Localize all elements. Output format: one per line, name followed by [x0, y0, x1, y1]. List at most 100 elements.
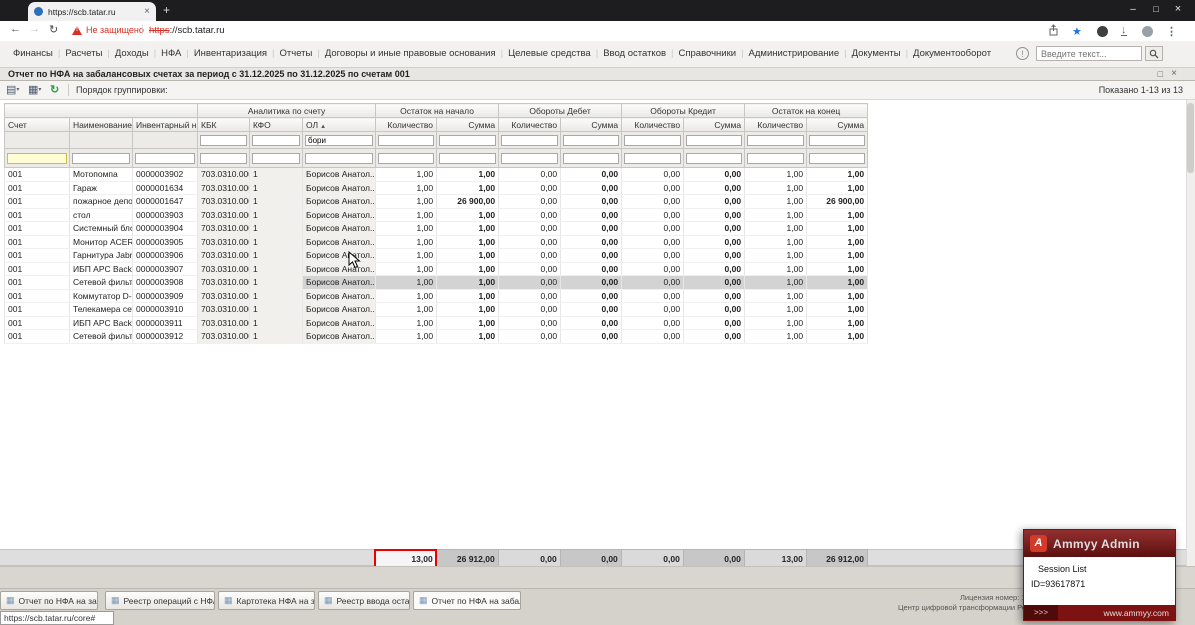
back-icon[interactable]: ← [10, 23, 21, 35]
taskbar-tab-4[interactable]: ▦Отчет по НФА на забалансов... [413, 591, 521, 610]
ammyy-session-list[interactable]: Session List [1038, 564, 1175, 574]
ammyy-expand-button[interactable]: >>> [1024, 605, 1058, 620]
reload-icon[interactable]: ↻ [49, 23, 58, 36]
filter-input[interactable] [439, 134, 497, 146]
table-row[interactable]: 001Системный бло...0000003904703.0310.00… [4, 221, 869, 236]
ammyy-website-link[interactable]: www.ammyy.com [1058, 608, 1175, 618]
menu-item-7[interactable]: Договоры и иные правовые основания [320, 48, 501, 59]
menu-item-2[interactable]: Расчеты [60, 48, 107, 59]
column-header[interactable]: Сумма [560, 117, 623, 132]
table-row[interactable]: 001ИБП APC Back-U...0000003907703.0310.0… [4, 262, 869, 276]
window-close-button[interactable]: × [1168, 2, 1188, 17]
filter-input[interactable] [252, 134, 301, 146]
table-row[interactable]: 001Гараж0000001634703.0310.00000...1Бори… [4, 181, 869, 195]
tab-close-icon[interactable]: × [144, 6, 150, 17]
menu-item-13[interactable]: Документооборот [908, 48, 996, 59]
filter-input[interactable] [135, 152, 196, 164]
table-row[interactable]: 001ИБП APC Back-U...0000003911703.0310.0… [4, 316, 869, 330]
security-warning-label[interactable]: Не защищено [86, 25, 144, 35]
table-row[interactable]: 001Коммутатор D-L...0000003909703.0310.0… [4, 289, 869, 303]
filter-input[interactable] [305, 152, 374, 164]
menu-item-11[interactable]: Администрирование [744, 48, 845, 59]
avatar-icon[interactable] [1142, 26, 1153, 37]
column-header[interactable]: Счет [4, 117, 70, 132]
filter-input[interactable] [305, 134, 374, 146]
table-row[interactable]: 001 Сетевой фильт... 0000003912 703.0310.00… [4, 329, 869, 344]
profile-badge-icon[interactable] [1097, 26, 1108, 37]
table-row[interactable]: 001Телекамера сет...0000003910703.0310.0… [4, 302, 869, 317]
filter-input[interactable] [563, 134, 620, 146]
report-maximize-icon[interactable]: □ [1158, 68, 1163, 80]
filter-input[interactable] [686, 134, 743, 146]
bookmark-star-icon[interactable]: ★ [1072, 25, 1082, 38]
window-minimize-button[interactable]: – [1123, 2, 1143, 17]
filter-input[interactable] [809, 152, 866, 164]
table-row[interactable]: 001Монитор ACER ...0000003905703.0310.00… [4, 235, 869, 249]
filter-input[interactable] [747, 134, 805, 146]
column-header[interactable]: КФО [249, 117, 304, 132]
menu-item-1[interactable]: Финансы [8, 48, 58, 59]
ammyy-title-bar[interactable]: A Ammyy Admin [1024, 530, 1175, 557]
taskbar-tab-1[interactable]: ▦Реестр операций с НФА ... [105, 591, 215, 610]
column-header[interactable]: Количество [375, 117, 438, 132]
scrollbar-thumb[interactable] [1187, 103, 1194, 173]
url-text[interactable]: https://scb.tatar.ru [149, 25, 225, 36]
data-cell: 0,00 [498, 262, 562, 276]
filter-input[interactable] [809, 134, 866, 146]
menu-item-5[interactable]: Инвентаризация [189, 48, 272, 59]
taskbar-tab-3[interactable]: ▦Реестр ввода остатков ... [318, 591, 410, 610]
filter-input[interactable] [501, 152, 559, 164]
menu-item-4[interactable]: НФА [156, 48, 186, 59]
column-header[interactable]: Сумма [806, 117, 869, 132]
column-header[interactable]: КБК [197, 117, 251, 132]
share-icon[interactable] [1048, 24, 1059, 39]
column-header[interactable]: ОЛ ▲ [302, 117, 377, 132]
new-tab-button[interactable]: + [163, 3, 170, 18]
filter-input[interactable] [624, 152, 682, 164]
filter-input[interactable] [200, 152, 248, 164]
table-row[interactable]: 001стол0000003903703.0310.00000...1Борис… [4, 208, 869, 222]
filter-input[interactable] [439, 152, 497, 164]
downloads-icon[interactable]: ↓ [1121, 25, 1127, 36]
filter-input[interactable] [563, 152, 620, 164]
column-header[interactable]: Инвентарный н... [131, 117, 199, 132]
menu-item-8[interactable]: Целевые средства [503, 48, 596, 59]
info-icon[interactable]: ! [1016, 47, 1029, 60]
filter-input[interactable] [72, 152, 130, 164]
filter-input[interactable] [378, 152, 435, 164]
taskbar-tab-2[interactable]: ▦Картотека НФА на забал... [218, 591, 315, 610]
filter-input[interactable] [378, 134, 435, 146]
table-row[interactable]: 001 Сетевой фильт... 0000003908 703.0310.00… [4, 275, 869, 290]
refresh-button[interactable]: ↻ [50, 83, 59, 97]
table-row[interactable]: 001пожарное депо ...0000001647703.0310.0… [4, 194, 869, 209]
filter-input[interactable] [7, 152, 67, 164]
browser-menu-icon[interactable]: ⋮ [1166, 25, 1177, 38]
taskbar-tab-partial[interactable]: ▦Отчет по НФА на забалан... [0, 591, 98, 610]
export-button[interactable]: ▤▾ [6, 83, 19, 97]
table-row[interactable]: 001Мотопомпа0000003902703.0310.00000...1… [4, 167, 869, 182]
column-header[interactable]: Количество [621, 117, 685, 132]
filter-input[interactable] [200, 134, 248, 146]
menu-item-3[interactable]: Доходы [110, 48, 154, 59]
search-input[interactable] [1036, 46, 1142, 61]
window-maximize-button[interactable]: □ [1146, 2, 1166, 17]
filter-input[interactable] [624, 134, 682, 146]
column-header[interactable]: Сумма [683, 117, 746, 132]
filter-input[interactable] [501, 134, 559, 146]
column-header[interactable]: Количество [498, 117, 562, 132]
column-header[interactable]: Количество [744, 117, 808, 132]
print-button[interactable]: ▦▾ [28, 83, 41, 97]
table-row[interactable]: 001Гарнитура Jabr...0000003906703.0310.0… [4, 248, 869, 263]
browser-tab[interactable]: https://scb.tatar.ru × [28, 2, 156, 21]
menu-item-9[interactable]: Ввод остатков [598, 48, 671, 59]
filter-input[interactable] [686, 152, 743, 164]
menu-item-12[interactable]: Документы [847, 48, 906, 59]
filter-input[interactable] [747, 152, 805, 164]
filter-input[interactable] [252, 152, 301, 164]
report-close-icon[interactable]: × [1171, 68, 1177, 80]
menu-item-10[interactable]: Справочники [674, 48, 742, 59]
column-header[interactable]: Наименование [69, 117, 133, 132]
menu-item-6[interactable]: Отчеты [275, 48, 318, 59]
search-button[interactable] [1145, 46, 1163, 61]
column-header[interactable]: Сумма [436, 117, 500, 132]
